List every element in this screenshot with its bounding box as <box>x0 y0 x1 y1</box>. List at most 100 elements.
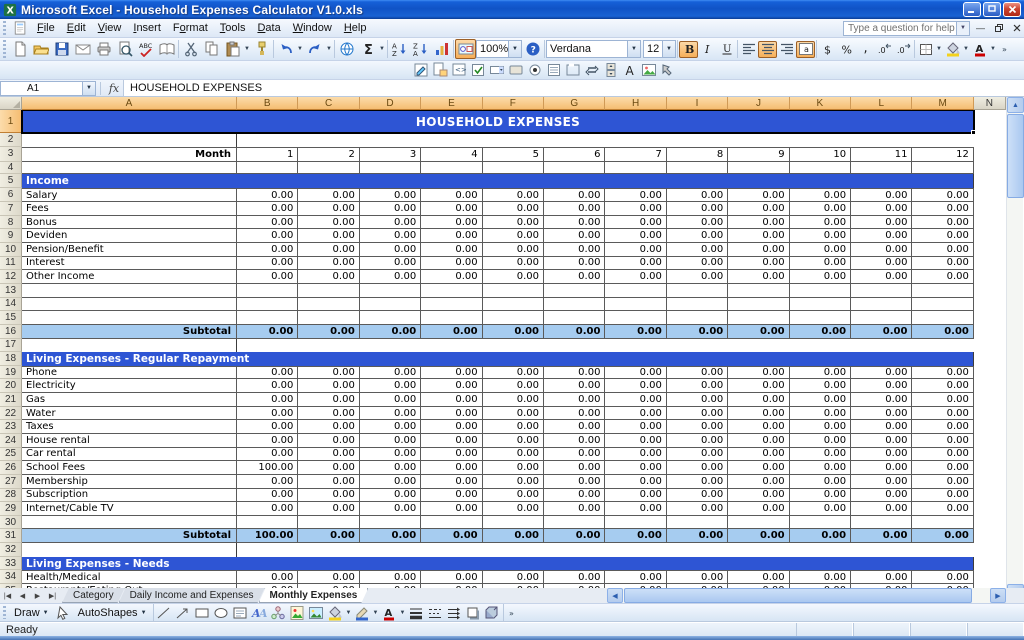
cell-F25[interactable]: 0.00 <box>483 448 544 462</box>
line-color-dropdown-icon[interactable]: ▼ <box>372 603 380 623</box>
cell-label-house-rental[interactable]: House rental <box>22 434 237 448</box>
cell-D24[interactable]: 0.00 <box>360 434 421 448</box>
cell-H19[interactable]: 0.00 <box>605 366 666 380</box>
cell-B8[interactable]: 0.00 <box>237 216 298 230</box>
font-name-combo[interactable]: Verdana▼ <box>546 40 641 58</box>
cell-M11[interactable]: 0.00 <box>912 257 973 271</box>
zoom-combo[interactable]: 100%▼ <box>476 40 522 58</box>
column-header-I[interactable]: I <box>667 97 728 110</box>
cell-G11[interactable]: 0.00 <box>544 257 605 271</box>
cell-K31[interactable]: 0.00 <box>790 529 851 543</box>
cell-H29[interactable]: 0.00 <box>605 502 666 516</box>
cell-J4[interactable] <box>728 162 789 175</box>
cell-D16[interactable]: 0.00 <box>360 325 421 339</box>
cell-K20[interactable]: 0.00 <box>790 379 851 393</box>
cell-C15[interactable] <box>298 311 359 325</box>
decrease-decimal-button[interactable]: .0 <box>894 41 913 58</box>
column-header-L[interactable]: L <box>851 97 912 110</box>
cell-E19[interactable]: 0.00 <box>421 366 482 380</box>
cell-D11[interactable]: 0.00 <box>360 257 421 271</box>
cell-I24[interactable]: 0.00 <box>667 434 728 448</box>
help-question-input[interactable]: Type a question for help <box>843 21 957 36</box>
cell-C20[interactable]: 0.00 <box>298 379 359 393</box>
font-name-dropdown-icon[interactable]: ▼ <box>627 41 640 57</box>
cell-label-school-fees[interactable]: School Fees <box>22 461 237 475</box>
cell-D10[interactable]: 0.00 <box>360 243 421 257</box>
font-size-dropdown-icon[interactable]: ▼ <box>662 41 675 57</box>
cell-K16[interactable]: 0.00 <box>790 325 851 339</box>
cell-K29[interactable]: 0.00 <box>790 502 851 516</box>
cell-B27[interactable]: 0.00 <box>237 475 298 489</box>
cell-J20[interactable]: 0.00 <box>728 379 789 393</box>
cell-H24[interactable]: 0.00 <box>605 434 666 448</box>
cell-L11[interactable]: 0.00 <box>851 257 912 271</box>
row-header-15[interactable]: 15 <box>0 311 22 325</box>
row-header-7[interactable]: 7 <box>0 202 22 216</box>
cell-F16[interactable]: 0.00 <box>483 325 544 339</box>
cell-G30[interactable] <box>544 516 605 530</box>
design-mode-button[interactable] <box>411 62 430 79</box>
properties-button[interactable] <box>430 62 449 79</box>
cell-K23[interactable]: 0.00 <box>790 420 851 434</box>
cell-M4[interactable] <box>912 162 973 175</box>
insert-function-icon[interactable]: fx <box>105 82 123 95</box>
cell-L28[interactable]: 0.00 <box>851 489 912 503</box>
cell-M15[interactable] <box>912 311 973 325</box>
column-header-F[interactable]: F <box>483 97 544 110</box>
vertical-scroll-thumb[interactable] <box>1007 114 1024 198</box>
shadow-button[interactable] <box>464 604 483 621</box>
toolbar-grip[interactable] <box>2 40 7 58</box>
borders-button[interactable] <box>916 41 935 58</box>
cell-K7[interactable]: 0.00 <box>790 202 851 216</box>
cell-M16[interactable]: 0.00 <box>912 325 973 339</box>
cell-label-electricity[interactable]: Electricity <box>22 379 237 393</box>
cell-A2[interactable] <box>22 133 237 146</box>
cell-J25[interactable]: 0.00 <box>728 448 789 462</box>
cell-C12[interactable]: 0.00 <box>298 270 359 284</box>
cell-D29[interactable]: 0.00 <box>360 502 421 516</box>
cell-B6[interactable]: 0.00 <box>237 188 298 202</box>
menu-edit[interactable]: Edit <box>61 20 92 36</box>
cell-H14[interactable] <box>605 298 666 312</box>
align-right-button[interactable] <box>777 41 796 58</box>
row-header-9[interactable]: 9 <box>0 229 22 243</box>
cell-A15[interactable] <box>22 311 237 325</box>
copy-button[interactable] <box>201 39 222 59</box>
cell-I20[interactable]: 0.00 <box>667 379 728 393</box>
cell-F10[interactable]: 0.00 <box>483 243 544 257</box>
cell-F26[interactable]: 0.00 <box>483 461 544 475</box>
cell-E6[interactable]: 0.00 <box>421 188 482 202</box>
cell-E10[interactable]: 0.00 <box>421 243 482 257</box>
sheet-tab-monthly-expenses[interactable]: Monthly Expenses <box>259 588 369 603</box>
cell-L9[interactable]: 0.00 <box>851 229 912 243</box>
cell-B34[interactable]: 0.00 <box>237 570 298 584</box>
bold-button[interactable]: B <box>679 41 698 58</box>
underline-button[interactable]: U <box>717 41 736 58</box>
cell-E26[interactable]: 0.00 <box>421 461 482 475</box>
row-header-12[interactable]: 12 <box>0 270 22 284</box>
row-header-13[interactable]: 13 <box>0 284 22 298</box>
cell-H27[interactable]: 0.00 <box>605 475 666 489</box>
cell-M29[interactable]: 0.00 <box>912 502 973 516</box>
cell-J12[interactable]: 0.00 <box>728 270 789 284</box>
cell-L22[interactable]: 0.00 <box>851 407 912 421</box>
cell-L24[interactable]: 0.00 <box>851 434 912 448</box>
rectangle-button[interactable] <box>193 604 212 621</box>
cell-C23[interactable]: 0.00 <box>298 420 359 434</box>
check-box-button[interactable] <box>468 62 487 79</box>
cell-B20[interactable]: 0.00 <box>237 379 298 393</box>
cell-F3[interactable]: 5 <box>483 147 544 162</box>
font-color-dropdown-icon[interactable]: ▼ <box>399 603 407 623</box>
row-header-2[interactable]: 2 <box>0 133 22 146</box>
line-button[interactable] <box>155 604 174 621</box>
row-header-30[interactable]: 30 <box>0 516 22 530</box>
cut-button[interactable] <box>180 39 201 59</box>
cell-F34[interactable]: 0.00 <box>483 570 544 584</box>
cell-K6[interactable]: 0.00 <box>790 188 851 202</box>
cell-L19[interactable]: 0.00 <box>851 366 912 380</box>
row-header-11[interactable]: 11 <box>0 257 22 271</box>
cell-G7[interactable]: 0.00 <box>544 202 605 216</box>
cell-G31[interactable]: 0.00 <box>544 529 605 543</box>
font-color-dropdown-icon[interactable]: ▼ <box>989 39 997 59</box>
sort-ascending-button[interactable]: AZ <box>389 39 410 59</box>
